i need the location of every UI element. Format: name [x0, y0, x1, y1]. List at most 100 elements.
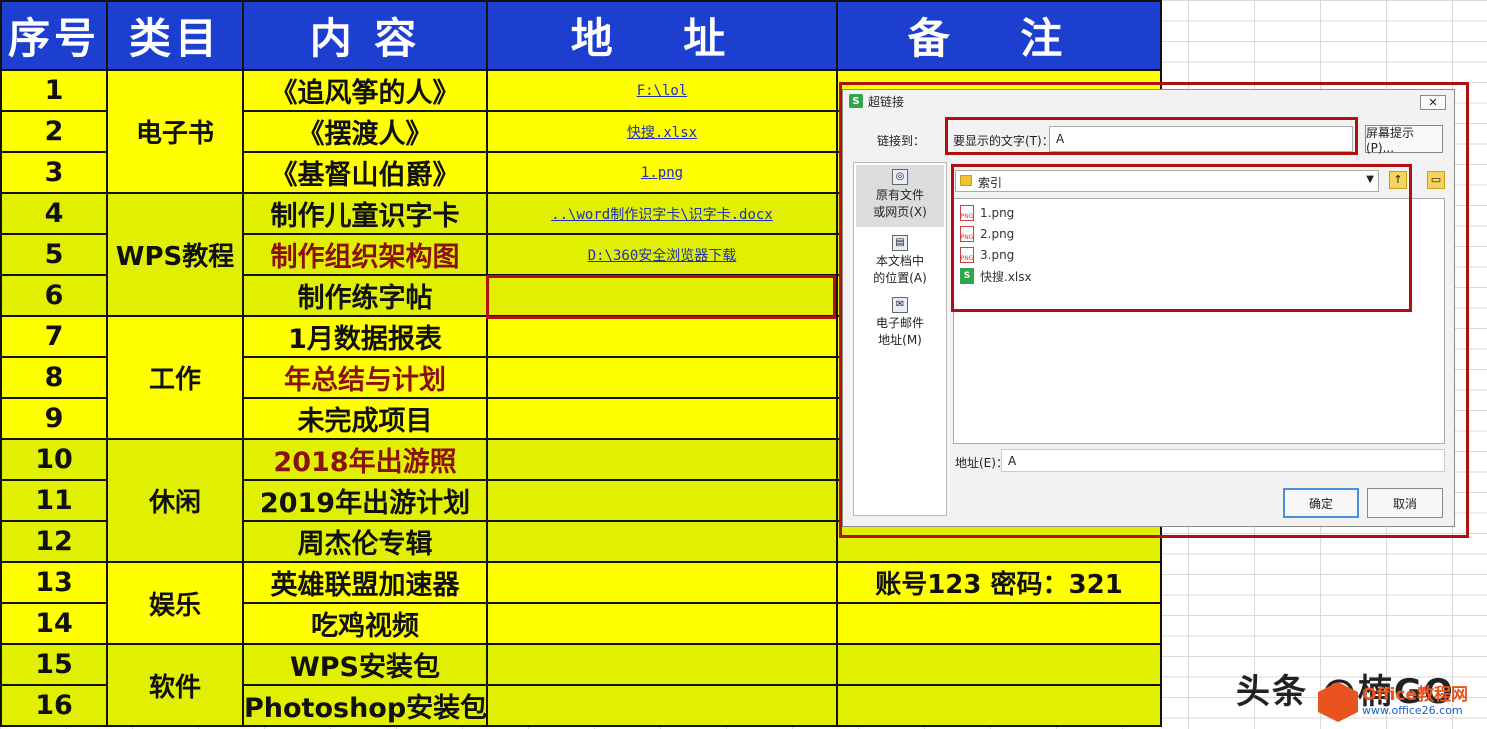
chevron-down-icon: ▼ [1366, 174, 1374, 185]
note-cell[interactable]: 账号123 密码：321 [836, 561, 1162, 604]
header-note[interactable]: 备 注 [836, 0, 1162, 71]
content-cell[interactable]: 《基督山伯爵》 [242, 151, 488, 194]
nav-label: 电子邮件 地址(M) [875, 316, 924, 347]
open-folder-icon[interactable]: ▭ [1427, 171, 1445, 189]
seq-cell[interactable]: 4 [0, 192, 108, 235]
seq-cell[interactable]: 3 [0, 151, 108, 194]
file-list[interactable]: PNG 1.png PNG 2.png PNG 3.png S 快搜.xlsx [953, 198, 1445, 444]
folder-up-icon[interactable]: ↑ [1389, 171, 1407, 189]
folder-dropdown[interactable]: 索引 ▼ [955, 170, 1379, 192]
seq-cell[interactable]: 12 [0, 520, 108, 563]
header-category[interactable]: 类目 [106, 0, 244, 71]
seq-cell[interactable]: 6 [0, 274, 108, 317]
globe-page-icon: ◎ [892, 169, 908, 185]
address-cell[interactable] [486, 520, 838, 563]
seq-cell[interactable]: 9 [0, 397, 108, 440]
content-cell[interactable]: 2018年出游照 [242, 438, 488, 481]
seq-cell[interactable]: 16 [0, 684, 108, 727]
seq-cell[interactable]: 13 [0, 561, 108, 604]
seq-cell[interactable]: 5 [0, 233, 108, 276]
address-cell[interactable]: 快搜.xlsx [486, 110, 838, 153]
address-cell[interactable]: 1.png [486, 151, 838, 194]
category-cell[interactable]: 休闲 [106, 438, 244, 563]
address-cell[interactable] [486, 479, 838, 522]
note-cell[interactable] [836, 684, 1162, 727]
content-cell[interactable]: 制作儿童识字卡 [242, 192, 488, 235]
seq-cell[interactable]: 8 [0, 356, 108, 399]
address-label: 地址(E)： [955, 456, 1008, 470]
content-cell[interactable]: 年总结与计划 [242, 356, 488, 399]
header-content[interactable]: 内 容 [242, 0, 488, 71]
list-item[interactable]: S 快搜.xlsx [960, 266, 1032, 286]
seq-cell[interactable]: 15 [0, 643, 108, 686]
png-file-icon: PNG [960, 205, 974, 221]
dialog-title: 超链接 [868, 94, 905, 109]
list-item[interactable]: PNG 3.png [960, 245, 1014, 265]
content-cell[interactable]: 《追风筝的人》 [242, 69, 488, 112]
note-cell[interactable] [836, 602, 1162, 645]
ok-button[interactable]: 确定 [1283, 488, 1359, 518]
address-cell[interactable] [486, 356, 838, 399]
category-cell[interactable]: WPS教程 [106, 192, 244, 317]
screen-tip-button[interactable]: 屏幕提示(P)... [1365, 125, 1443, 155]
content-cell[interactable]: Photoshop安装包 [242, 684, 488, 727]
hyperlink[interactable]: ..\word制作识字卡\识字卡.docx [551, 207, 773, 223]
note-cell[interactable] [836, 520, 1162, 563]
document-icon: ▤ [892, 235, 908, 251]
seq-cell[interactable]: 10 [0, 438, 108, 481]
cancel-button[interactable]: 取消 [1367, 488, 1443, 518]
seq-cell[interactable]: 1 [0, 69, 108, 112]
category-cell[interactable]: 软件 [106, 643, 244, 727]
list-item[interactable]: PNG 1.png [960, 203, 1014, 223]
close-icon[interactable]: ✕ [1420, 95, 1446, 110]
category-cell[interactable]: 工作 [106, 315, 244, 440]
seq-cell[interactable]: 2 [0, 110, 108, 153]
content-cell[interactable]: 制作组织架构图 [242, 233, 488, 276]
display-text-input[interactable]: A [1049, 126, 1353, 152]
list-item[interactable]: PNG 2.png [960, 224, 1014, 244]
nav-existing-file[interactable]: ◎ 原有文件 或网页(X) [856, 165, 944, 227]
address-input[interactable]: A [1001, 449, 1445, 472]
category-cell[interactable]: 电子书 [106, 69, 244, 194]
address-cell[interactable]: F:\lol [486, 69, 838, 112]
dialog-titlebar[interactable]: S 超链接 [843, 90, 1454, 112]
address-cell[interactable] [486, 397, 838, 440]
content-cell[interactable]: 2019年出游计划 [242, 479, 488, 522]
address-cell-selected[interactable] [486, 274, 838, 317]
category-cell[interactable]: 娱乐 [106, 561, 244, 645]
content-cell[interactable]: 制作练字帖 [242, 274, 488, 317]
address-cell[interactable]: D:\360安全浏览器下载 [486, 233, 838, 276]
table-row: 15 软件 WPS安装包 [0, 643, 1162, 727]
hyperlink[interactable]: 快搜.xlsx [627, 125, 697, 141]
note-cell[interactable] [836, 643, 1162, 686]
seq-cell[interactable]: 7 [0, 315, 108, 358]
address-cell[interactable] [486, 438, 838, 481]
spreadsheet-file-icon: S [960, 268, 974, 284]
content-cell[interactable]: WPS安装包 [242, 643, 488, 686]
address-cell[interactable] [486, 643, 838, 686]
address-cell[interactable] [486, 315, 838, 358]
header-row: 序号 类目 内 容 地 址 备 注 [0, 0, 1162, 71]
address-cell[interactable] [486, 561, 838, 604]
header-seq[interactable]: 序号 [0, 0, 108, 71]
address-cell[interactable] [486, 602, 838, 645]
seq-cell[interactable]: 11 [0, 479, 108, 522]
nav-email[interactable]: ✉ 电子邮件 地址(M) [856, 293, 944, 351]
content-cell[interactable]: 英雄联盟加速器 [242, 561, 488, 604]
content-cell[interactable]: 吃鸡视频 [242, 602, 488, 645]
folder-name: 索引 [978, 176, 1003, 190]
office-logo: Office教程网 www.office26.com [1318, 680, 1478, 724]
content-cell[interactable]: 周杰伦专辑 [242, 520, 488, 563]
wps-app-icon: S [849, 94, 863, 108]
address-cell[interactable] [486, 684, 838, 727]
hyperlink[interactable]: F:\lol [637, 83, 688, 99]
header-address[interactable]: 地 址 [486, 0, 838, 71]
address-cell[interactable]: ..\word制作识字卡\识字卡.docx [486, 192, 838, 235]
content-cell[interactable]: 《摆渡人》 [242, 110, 488, 153]
hyperlink[interactable]: 1.png [641, 165, 683, 181]
content-cell[interactable]: 1月数据报表 [242, 315, 488, 358]
content-cell[interactable]: 未完成项目 [242, 397, 488, 440]
nav-document-place[interactable]: ▤ 本文档中 的位置(A) [856, 231, 944, 289]
hyperlink[interactable]: D:\360安全浏览器下载 [588, 248, 737, 264]
seq-cell[interactable]: 14 [0, 602, 108, 645]
